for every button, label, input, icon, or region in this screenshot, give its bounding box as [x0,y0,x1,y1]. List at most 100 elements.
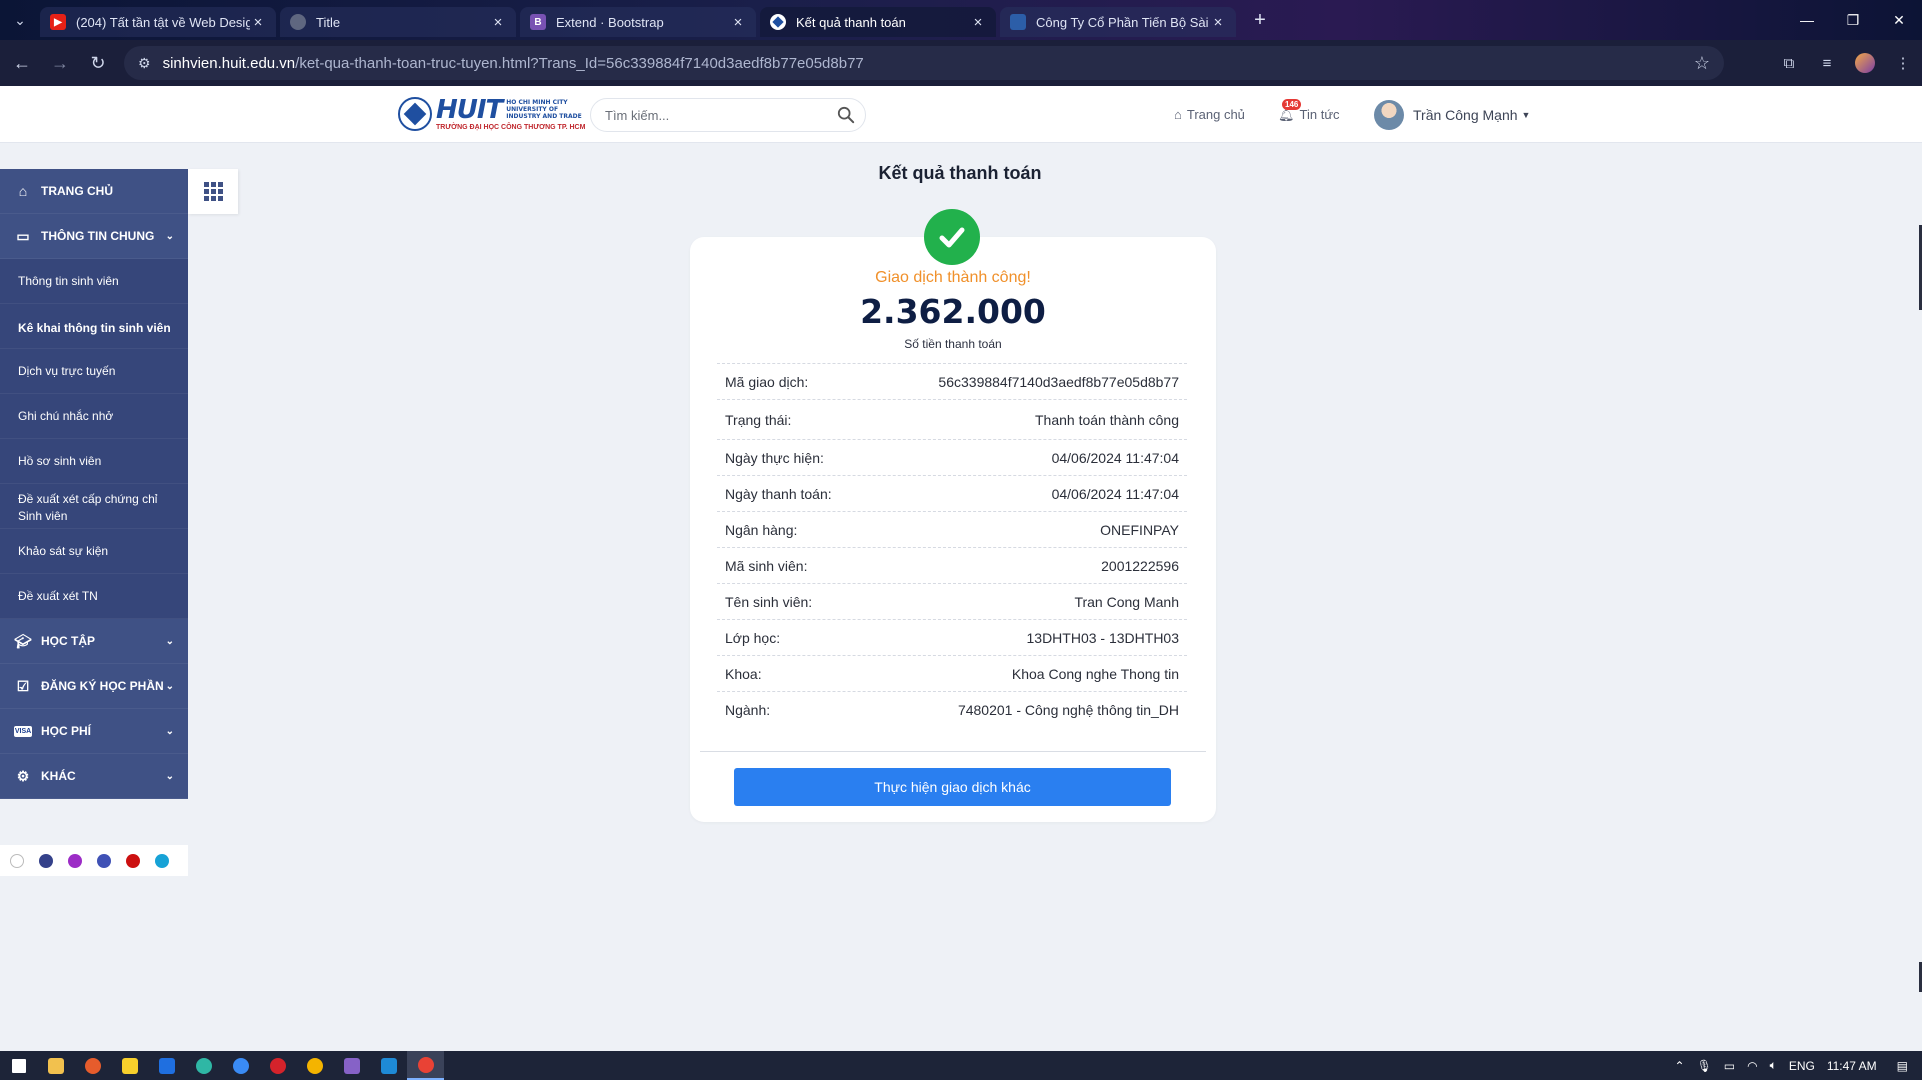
browser-tab[interactable]: Công Ty Cổ Phần Tiến Bộ Sài G × [1000,7,1236,37]
theme-swatch[interactable] [126,853,140,868]
sidebar-subitem-label: Khảo sát sự kiện [18,544,109,558]
detail-label: Ngày thanh toán: [725,485,832,502]
tray-expand-icon[interactable]: ⌃ [1675,1059,1685,1073]
theme-swatch[interactable] [97,853,111,868]
visual-studio-icon[interactable] [333,1051,370,1080]
close-icon[interactable]: × [250,14,266,31]
card-divider [700,751,1206,752]
bookmark-star-icon[interactable]: ☆ [1694,53,1710,74]
theme-swatch[interactable] [39,853,53,868]
detail-label: Mã sinh viên: [725,557,808,574]
microphone-icon[interactable]: 🎙︎ [1697,1059,1712,1073]
sidebar-subitem[interactable]: Dịch vụ trực tuyến [0,349,188,394]
browser-tab[interactable]: ▶ (204) Tất tần tật về Web Design × [40,7,276,37]
forward-arrow-icon[interactable]: → [44,47,76,79]
sidebar-item-label: THÔNG TIN CHUNG [41,229,155,243]
detail-label: Trạng thái: [725,411,792,428]
back-arrow-icon[interactable]: ← [6,47,38,79]
desktop-icon: ▭ [16,227,30,244]
theme-swatch[interactable] [10,853,24,868]
user-menu-dropdown[interactable]: Trần Công Mạnh ▼ [1374,86,1530,143]
browser-tab[interactable]: Title × [280,7,516,37]
extensions-icon[interactable]: ⧉ [1770,55,1808,72]
close-icon[interactable]: × [730,14,746,31]
sidebar-subitem[interactable]: Kê khai thông tin sinh viên [0,304,188,349]
system-tray: ⌃ 🎙︎ ▭ ◠ 🔈︎ ENG 11:47 AM ▤ [1669,1051,1922,1080]
chevron-down-icon: ⌄ [165,725,174,737]
user-name: Trần Công Mạnh [1413,106,1518,123]
browser-tab-active[interactable]: Kết quả thanh toán × [760,7,996,37]
site-info-icon[interactable]: ⚙ [138,55,151,72]
file-explorer-icon[interactable] [37,1051,74,1080]
close-icon[interactable]: × [490,14,506,31]
theme-swatch[interactable] [155,853,169,868]
sidebar-subitem[interactable]: Hồ sơ sinh viên [0,439,188,484]
bell-icon: 🔔︎ 146 [1278,98,1302,123]
sidebar-subitem[interactable]: Thông tin sinh viên [0,259,188,304]
logo-text: HUIT [436,94,503,125]
theme-swatch[interactable] [68,853,82,868]
apps-grid-button[interactable] [188,169,238,214]
detail-label: Tên sinh viên: [725,593,813,610]
nav-news-link[interactable]: 🔔︎ 146 Tin tức [1278,86,1340,143]
new-transaction-button[interactable]: Thực hiện giao dịch khác [734,768,1171,806]
detail-value: 13DHTH03 - 13DHTH03 [1026,629,1180,646]
site-icon [1010,14,1026,30]
checkbox-icon: ☑ [16,677,30,694]
sidebar-subitem[interactable]: Khảo sát sự kiện [0,529,188,574]
youtube-icon: ▶ [50,14,66,30]
media-player-icon[interactable] [74,1051,111,1080]
sidebar-subitem[interactable]: Đề xuất xét TN [0,574,188,619]
opera-icon[interactable] [259,1051,296,1080]
messenger-icon[interactable] [222,1051,259,1080]
huit-logo[interactable]: HUIT HO CHI MINH CITY UNIVERSITY OF INDU… [398,94,585,134]
browser-tab[interactable]: B Extend · Bootstrap × [520,7,756,37]
vscode-icon[interactable] [370,1051,407,1080]
close-icon[interactable]: × [970,14,986,31]
nav-home-link[interactable]: ⌂ Trang chủ [1174,86,1245,143]
search-icon[interactable] [837,106,855,124]
sidebar-item-study[interactable]: 🎓︎ HỌC TẬP ⌄ [0,619,188,664]
sidebar-item-general-info[interactable]: ▭ THÔNG TIN CHUNG ⌄ [0,214,188,259]
chevron-down-icon: ⌄ [165,680,174,692]
url-field[interactable]: ⚙ sinhvien.huit.edu.vn /ket-qua-thanh-to… [124,46,1724,80]
detail-label: Khoa: [725,665,762,682]
new-tab-button[interactable]: + [1246,6,1274,34]
sidebar-item-course-registration[interactable]: ☑ ĐĂNG KÝ HỌC PHẦN ⌄ [0,664,188,709]
close-window-icon[interactable]: ✕ [1876,0,1922,40]
sticky-notes-icon[interactable] [111,1051,148,1080]
battery-icon[interactable]: ▭ [1724,1059,1735,1073]
restore-icon[interactable]: ❐ [1830,0,1876,40]
media-controls-icon[interactable]: ≡ [1808,55,1846,72]
sidebar-subitem-label: Thông tin sinh viên [18,274,119,288]
sidebar-item-home[interactable]: ⌂ TRANG CHỦ [0,169,188,214]
wifi-icon[interactable]: ◠ [1747,1059,1757,1073]
language-indicator[interactable]: ENG [1789,1059,1815,1073]
chrome-icon[interactable] [296,1051,333,1080]
close-icon[interactable]: × [1210,14,1226,31]
edge-icon[interactable] [185,1051,222,1080]
tab-label: Kết quả thanh toán [796,14,906,30]
zalo-icon[interactable] [148,1051,185,1080]
menu-kebab-icon[interactable]: ⋮ [1884,54,1922,72]
volume-icon[interactable]: 🔈︎ [1770,1058,1777,1073]
logo-side-line: UNIVERSITY OF [506,105,559,113]
sidebar-subitem[interactable]: Đề xuất xét cấp chứng chỉ Sinh viên [0,484,188,529]
reload-icon[interactable]: ↻ [82,47,114,79]
sidebar-item-other[interactable]: ⚙ KHÁC ⌄ [0,754,188,799]
sidebar-item-tuition[interactable]: VISA HỌC PHÍ ⌄ [0,709,188,754]
search-input[interactable] [605,99,835,131]
theme-color-picker [0,845,188,876]
detail-label: Ngày thực hiện: [725,449,824,466]
chrome-active-icon[interactable] [407,1051,444,1080]
windows-start-icon[interactable] [0,1051,37,1080]
profile-avatar[interactable] [1855,53,1875,73]
clock[interactable]: 11:47 AM [1827,1059,1877,1073]
notifications-icon[interactable]: ▤ [1897,1059,1908,1073]
tab-search-chevron-icon[interactable]: ⌄ [0,0,40,40]
sidebar-subitem[interactable]: Ghi chú nhắc nhở [0,394,188,439]
sidebar-subitem-label: Dịch vụ trực tuyến [18,364,116,378]
home-icon: ⌂ [18,183,28,199]
logo-subtitle: TRƯỜNG ĐẠI HỌC CÔNG THƯƠNG TP. HCM [436,123,586,131]
minimize-icon[interactable]: — [1784,0,1830,40]
